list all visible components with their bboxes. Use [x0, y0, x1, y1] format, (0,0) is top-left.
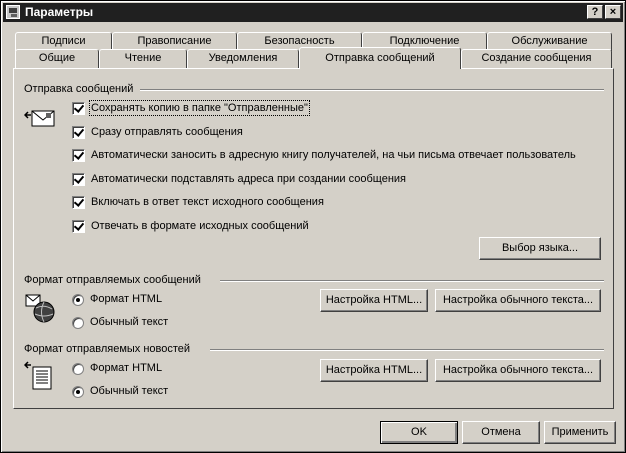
mail-format-group-label: Формат отправляемых сообщений [24, 274, 201, 286]
news-plain-label: Обычный текст [90, 385, 169, 397]
envelope-icon [24, 110, 55, 127]
auto-add-contacts-label: Автоматически заносить в адресную книгу … [91, 149, 576, 161]
auto-add-contacts-checkbox[interactable] [72, 149, 85, 162]
reply-format-label: Отвечать в формате исходных сообщений [91, 220, 309, 232]
ok-button[interactable]: OK [380, 421, 458, 444]
tab-receipts[interactable]: Уведомления [187, 49, 299, 68]
apply-button[interactable]: Применить [544, 421, 616, 444]
news-plain-settings-button[interactable]: Настройка обычного текста... [435, 359, 601, 382]
close-button[interactable]: × [605, 5, 621, 19]
divider [210, 349, 604, 351]
mail-format-icon [25, 294, 55, 323]
news-plain-radio[interactable] [72, 386, 84, 398]
options-dialog: Параметры ? × Подписи Правописание Безоп… [0, 0, 626, 453]
app-icon [6, 5, 20, 19]
mail-html-settings-button[interactable]: Настройка HTML... [320, 289, 428, 312]
send-immediately-checkbox[interactable] [72, 126, 85, 139]
tab-compose[interactable]: Создание сообщения [461, 49, 612, 68]
divider [140, 89, 604, 91]
news-html-radio[interactable] [72, 363, 84, 375]
mail-html-radio[interactable] [72, 294, 84, 306]
send-tab-panel: Отправка сообщений Сохранять копию в пап… [13, 68, 614, 409]
send-group-label: Отправка сообщений [24, 83, 134, 95]
reply-format-checkbox[interactable] [72, 220, 85, 233]
send-immediately-label: Сразу отправлять сообщения [91, 126, 243, 138]
mail-plain-settings-button[interactable]: Настройка обычного текста... [435, 289, 601, 312]
help-button[interactable]: ? [587, 5, 603, 19]
save-copy-checkbox[interactable] [72, 102, 85, 115]
tab-send[interactable]: Отправка сообщений [299, 47, 461, 69]
include-message-label: Включать в ответ текст исходного сообщен… [91, 196, 324, 208]
cancel-button[interactable]: Отмена [462, 421, 540, 444]
news-html-label: Формат HTML [90, 362, 163, 374]
window-title: Параметры [25, 5, 94, 19]
news-html-settings-button[interactable]: Настройка HTML... [320, 359, 428, 382]
include-message-checkbox[interactable] [72, 196, 85, 209]
news-format-icon [24, 361, 52, 390]
tab-general[interactable]: Общие [15, 49, 99, 68]
divider [220, 280, 604, 282]
language-button[interactable]: Выбор языка... [479, 237, 601, 260]
news-format-group-label: Формат отправляемых новостей [24, 343, 191, 355]
save-copy-label: Сохранять копию в папке "Отправленные" [89, 100, 310, 116]
title-bar: Параметры ? × [3, 3, 623, 22]
tab-reading[interactable]: Чтение [99, 49, 187, 68]
autocomplete-label: Автоматически подставлять адреса при соз… [91, 173, 407, 185]
mail-plain-label: Обычный текст [90, 316, 169, 328]
autocomplete-checkbox[interactable] [72, 173, 85, 186]
mail-html-label: Формат HTML [90, 293, 163, 305]
mail-plain-radio[interactable] [72, 317, 84, 329]
